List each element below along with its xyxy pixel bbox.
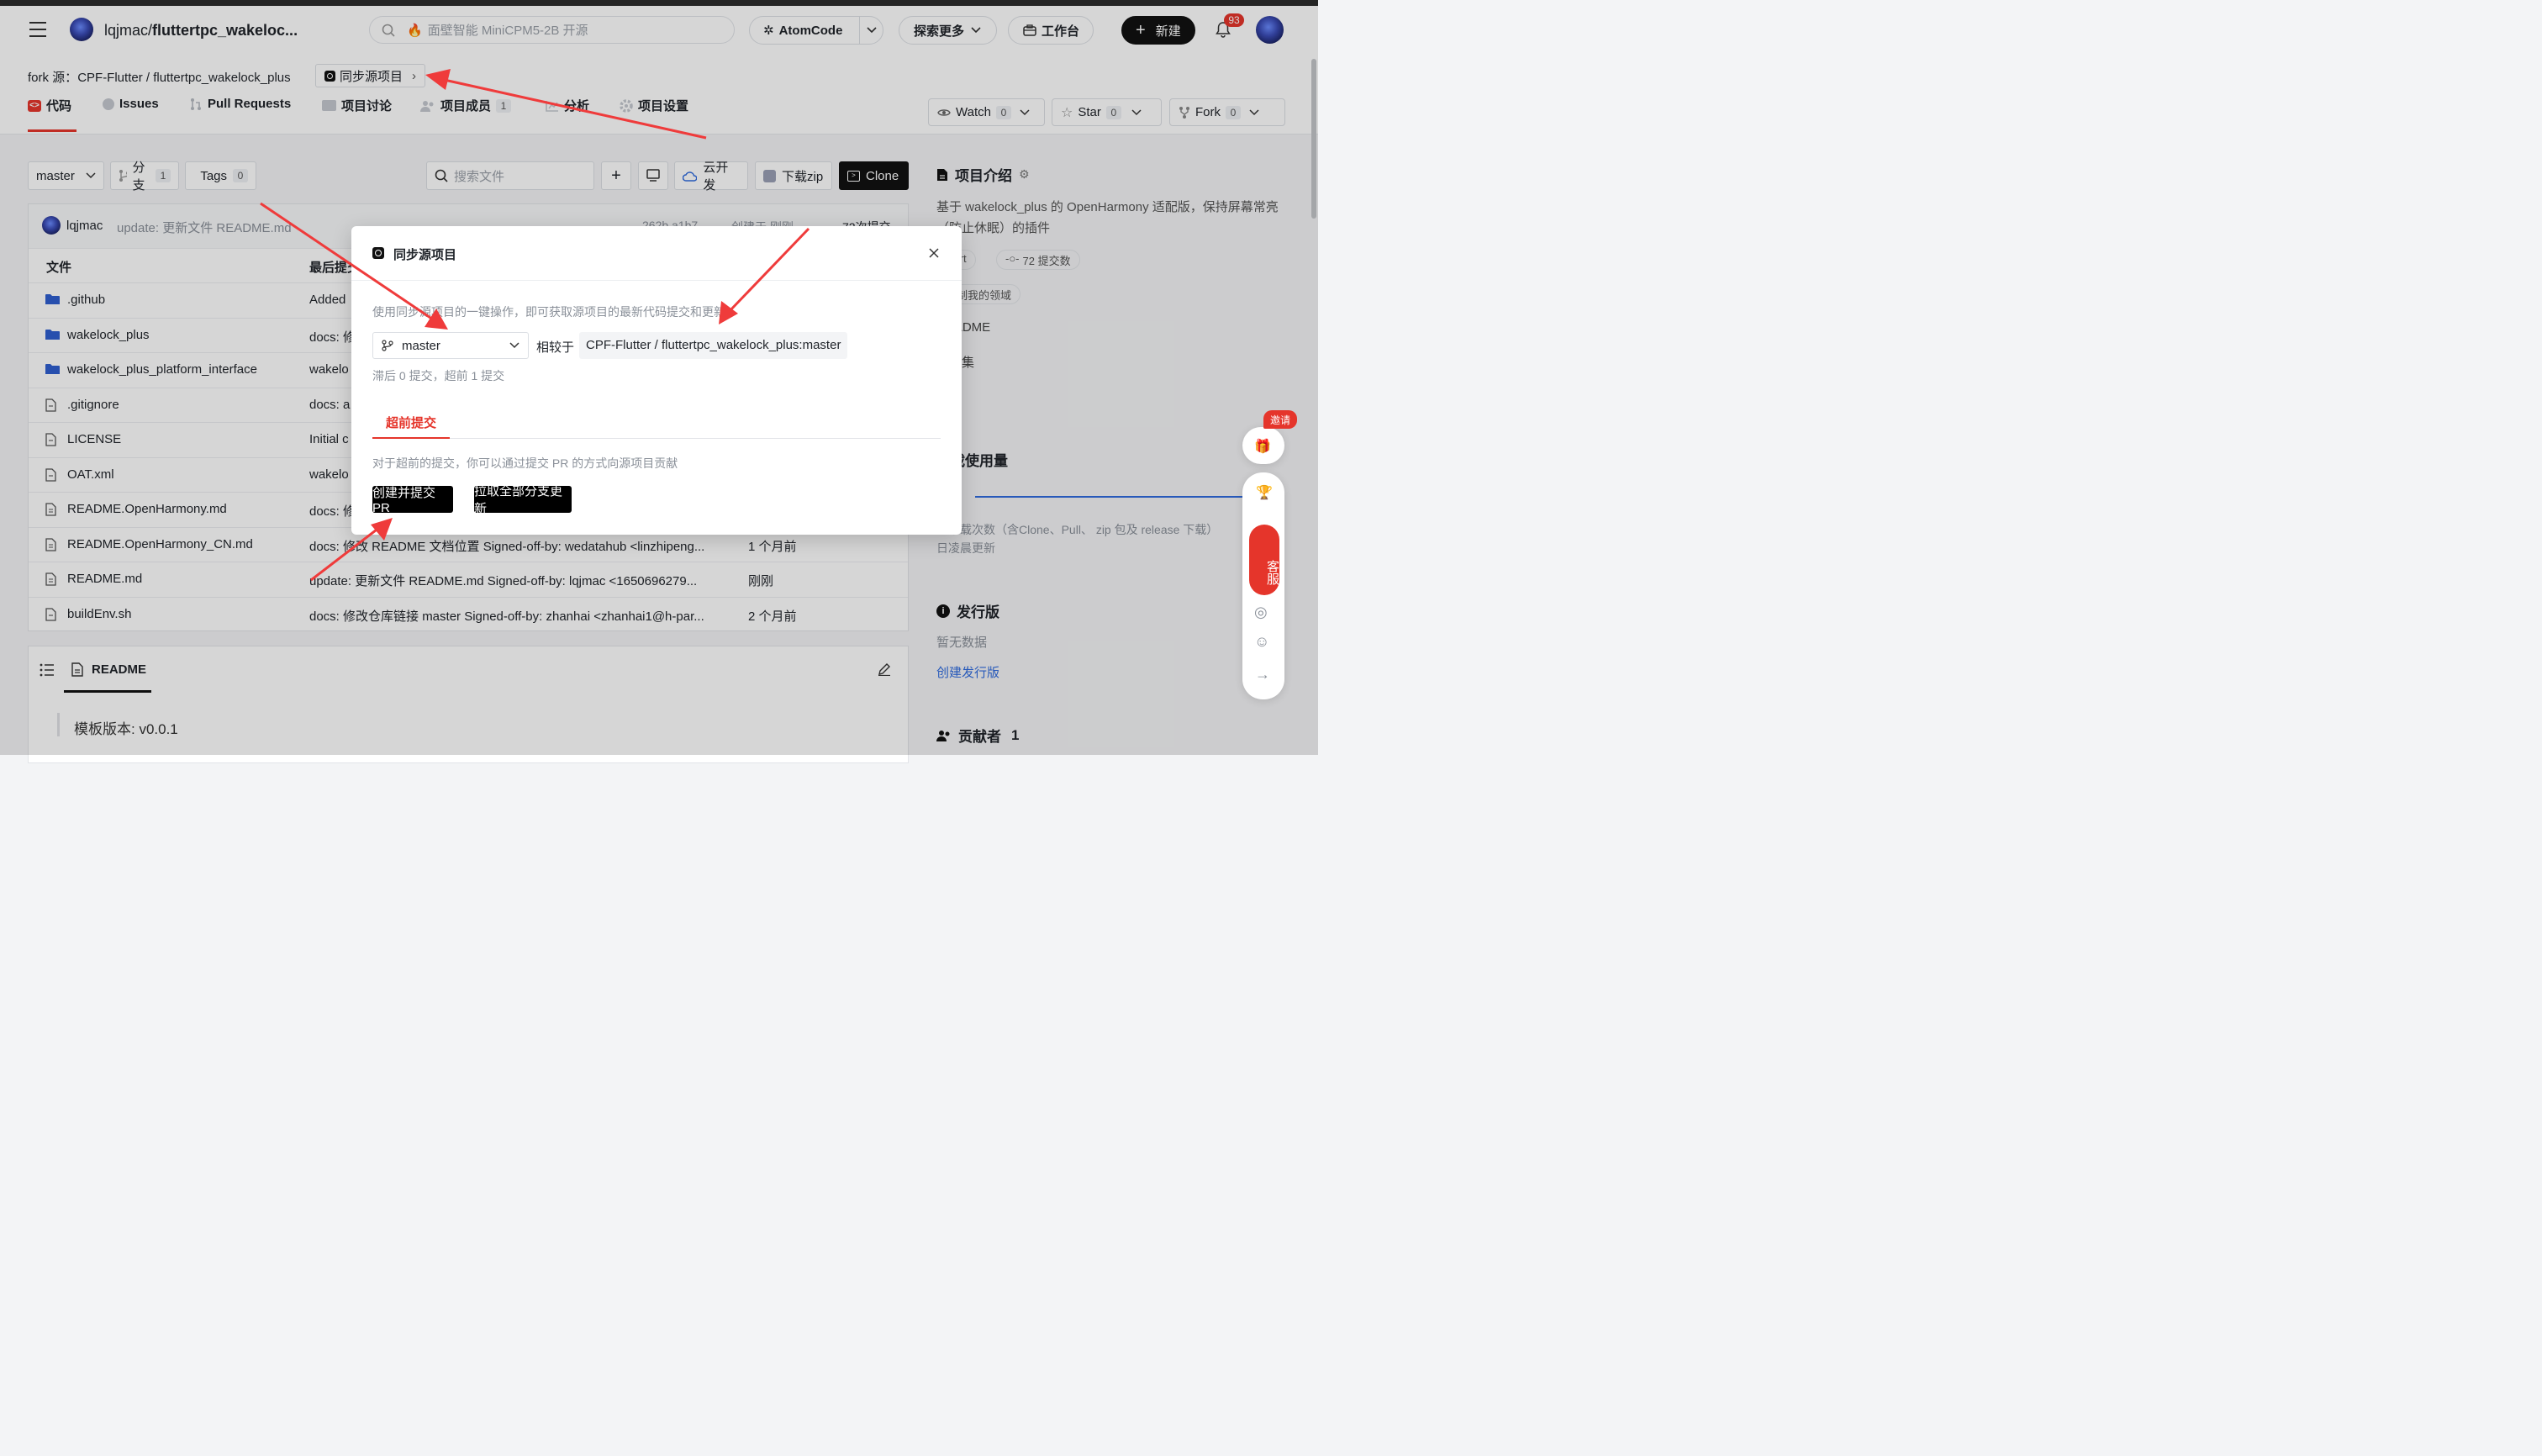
arrow-right-icon[interactable]: →: [1255, 666, 1270, 683]
refresh-icon[interactable]: ◎: [1254, 604, 1268, 621]
side-float-bar: 🏆 客服 ◎ ☺ →: [1242, 472, 1284, 699]
invite-float[interactable]: 🎁: [1242, 427, 1284, 464]
ahead-tab-underline: [372, 437, 450, 439]
smile-icon[interactable]: ☺: [1254, 633, 1269, 651]
dialog-description: 使用同步源项目的一键操作，即可获取源项目的最新代码提交和更新: [372, 305, 725, 319]
pull-all-branches-button[interactable]: 拉取全部分支更新: [474, 484, 572, 516]
sync-icon: [372, 247, 384, 259]
dialog-branch-select[interactable]: master: [372, 332, 529, 359]
create-pr-button[interactable]: 创建并提交 PR: [372, 486, 453, 515]
invite-badge[interactable]: 邀请: [1263, 410, 1298, 429]
dialog-title: 同步源项目: [393, 248, 457, 262]
customer-service-button[interactable]: 客服: [1249, 525, 1279, 595]
ahead-note: 对于超前的提交，你可以通过提交 PR 的方式向源项目贡献: [372, 456, 678, 470]
close-icon[interactable]: [929, 248, 939, 258]
compare-target: CPF-Flutter / fluttertpc_wakelock_plus:m…: [579, 332, 848, 359]
compare-label: 相较于: [536, 340, 575, 355]
trophy-icon[interactable]: 🏆: [1256, 484, 1273, 501]
gift-icon: 🎁: [1254, 440, 1271, 454]
branch-icon: [382, 340, 393, 351]
tab-ahead-commits[interactable]: 超前提交: [386, 414, 436, 431]
chevron-down-icon: [509, 342, 519, 349]
sync-status: 滞后 0 提交，超前 1 提交: [372, 369, 505, 382]
sync-source-dialog: 同步源项目 使用同步源项目的一键操作，即可获取源项目的最新代码提交和更新 mas…: [351, 226, 962, 535]
